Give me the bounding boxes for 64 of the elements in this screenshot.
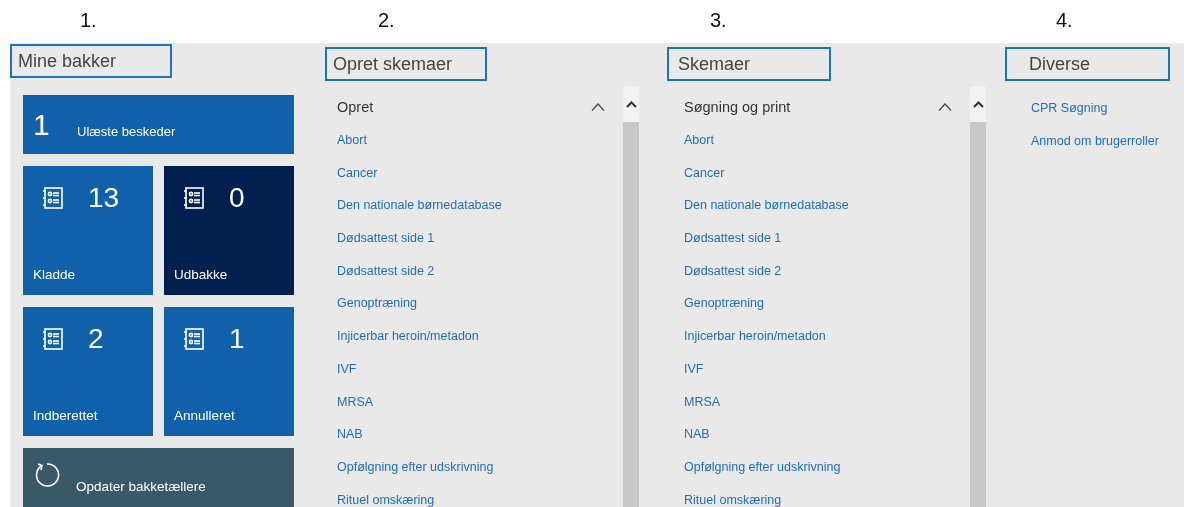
scroll-up-icon[interactable] [972,100,984,108]
scroll-up-icon[interactable] [625,100,637,108]
form-link[interactable]: Genoptræning [684,287,764,321]
form-link[interactable]: Den nationale børnedatabase [684,189,849,223]
form-link[interactable]: Dødsattest side 2 [684,254,782,288]
tray-tile[interactable]: 1 Ulæste beskeder [23,95,294,154]
chevron-icon[interactable] [591,103,605,111]
tile-count: 1 [229,323,245,355]
menu-link[interactable]: CPR Søgning [1031,92,1108,125]
tray-tile[interactable]: 2 Indberettet [23,307,153,436]
form-link[interactable]: Opfølgning efter udskrivning [337,450,494,484]
refresh-tile[interactable]: Opdater bakketællere [23,448,294,507]
scrollbar[interactable] [970,86,986,507]
form-link[interactable]: Genoptræning [337,287,417,321]
chevron-icon[interactable] [938,103,952,111]
form-link[interactable]: Cancer [337,156,378,190]
refresh-icon [34,462,60,488]
tray-tile[interactable]: 1 Annulleret [164,307,294,436]
tray-tile[interactable]: 13 Kladde [23,166,153,295]
form-link[interactable]: Abort [684,124,714,157]
tile-count: 13 [88,182,120,214]
group-heading: Søgning og print [684,99,791,115]
form-link[interactable]: MRSA [337,385,374,419]
form-link[interactable]: NAB [684,418,710,451]
form-link[interactable]: IVF [684,352,704,386]
form-link[interactable]: Opfølgning efter udskrivning [684,450,841,484]
tile-count: 2 [88,323,104,355]
notebook-icon [43,187,63,209]
form-link[interactable]: Dødsattest side 1 [684,222,782,255]
tray-tile[interactable]: 0 Udbakke [164,166,294,295]
form-link[interactable]: Injicerbar heroin/metadon [684,320,826,353]
tile-count: 1 [33,107,51,142]
form-link[interactable]: Den nationale børnedatabase [337,189,502,223]
form-link[interactable]: Rituel omskæring [684,483,782,507]
form-link[interactable]: Cancer [684,156,725,190]
section-number: 2. [378,9,395,32]
form-link[interactable]: Rituel omskæring [337,483,435,507]
section-number: 4. [1056,9,1073,32]
form-link[interactable]: IVF [337,352,357,386]
menu-link[interactable]: Anmod om brugerroller [1031,125,1159,158]
tile-label: Indberettet [33,408,99,423]
group-heading: Opret [337,99,374,115]
section-heading: Skemaer [667,47,831,81]
tile-label: Kladde [33,267,77,282]
notebook-icon [184,187,204,209]
form-link[interactable]: MRSA [684,385,721,419]
notebook-icon [43,328,63,350]
section-heading: Opret skemaer [325,47,487,81]
section-number: 3. [710,9,727,32]
section-number: 1. [80,9,97,32]
form-link[interactable]: NAB [337,418,363,451]
notebook-icon [184,328,204,350]
tile-label: Opdater bakketællere [76,479,206,494]
form-link[interactable]: Dødsattest side 1 [337,222,435,255]
form-link[interactable]: Abort [337,124,367,157]
tile-label: Annulleret [174,408,236,423]
tile-label: Udbakke [174,267,229,282]
form-link[interactable]: Dødsattest side 2 [337,254,435,288]
scrollbar[interactable] [623,86,639,507]
section-heading: Diverse [1005,47,1170,81]
tile-count: 0 [229,182,245,214]
form-link[interactable]: Injicerbar heroin/metadon [337,320,479,353]
section-heading: Mine bakker [10,44,172,78]
tile-label: Ulæste beskeder [77,124,176,139]
